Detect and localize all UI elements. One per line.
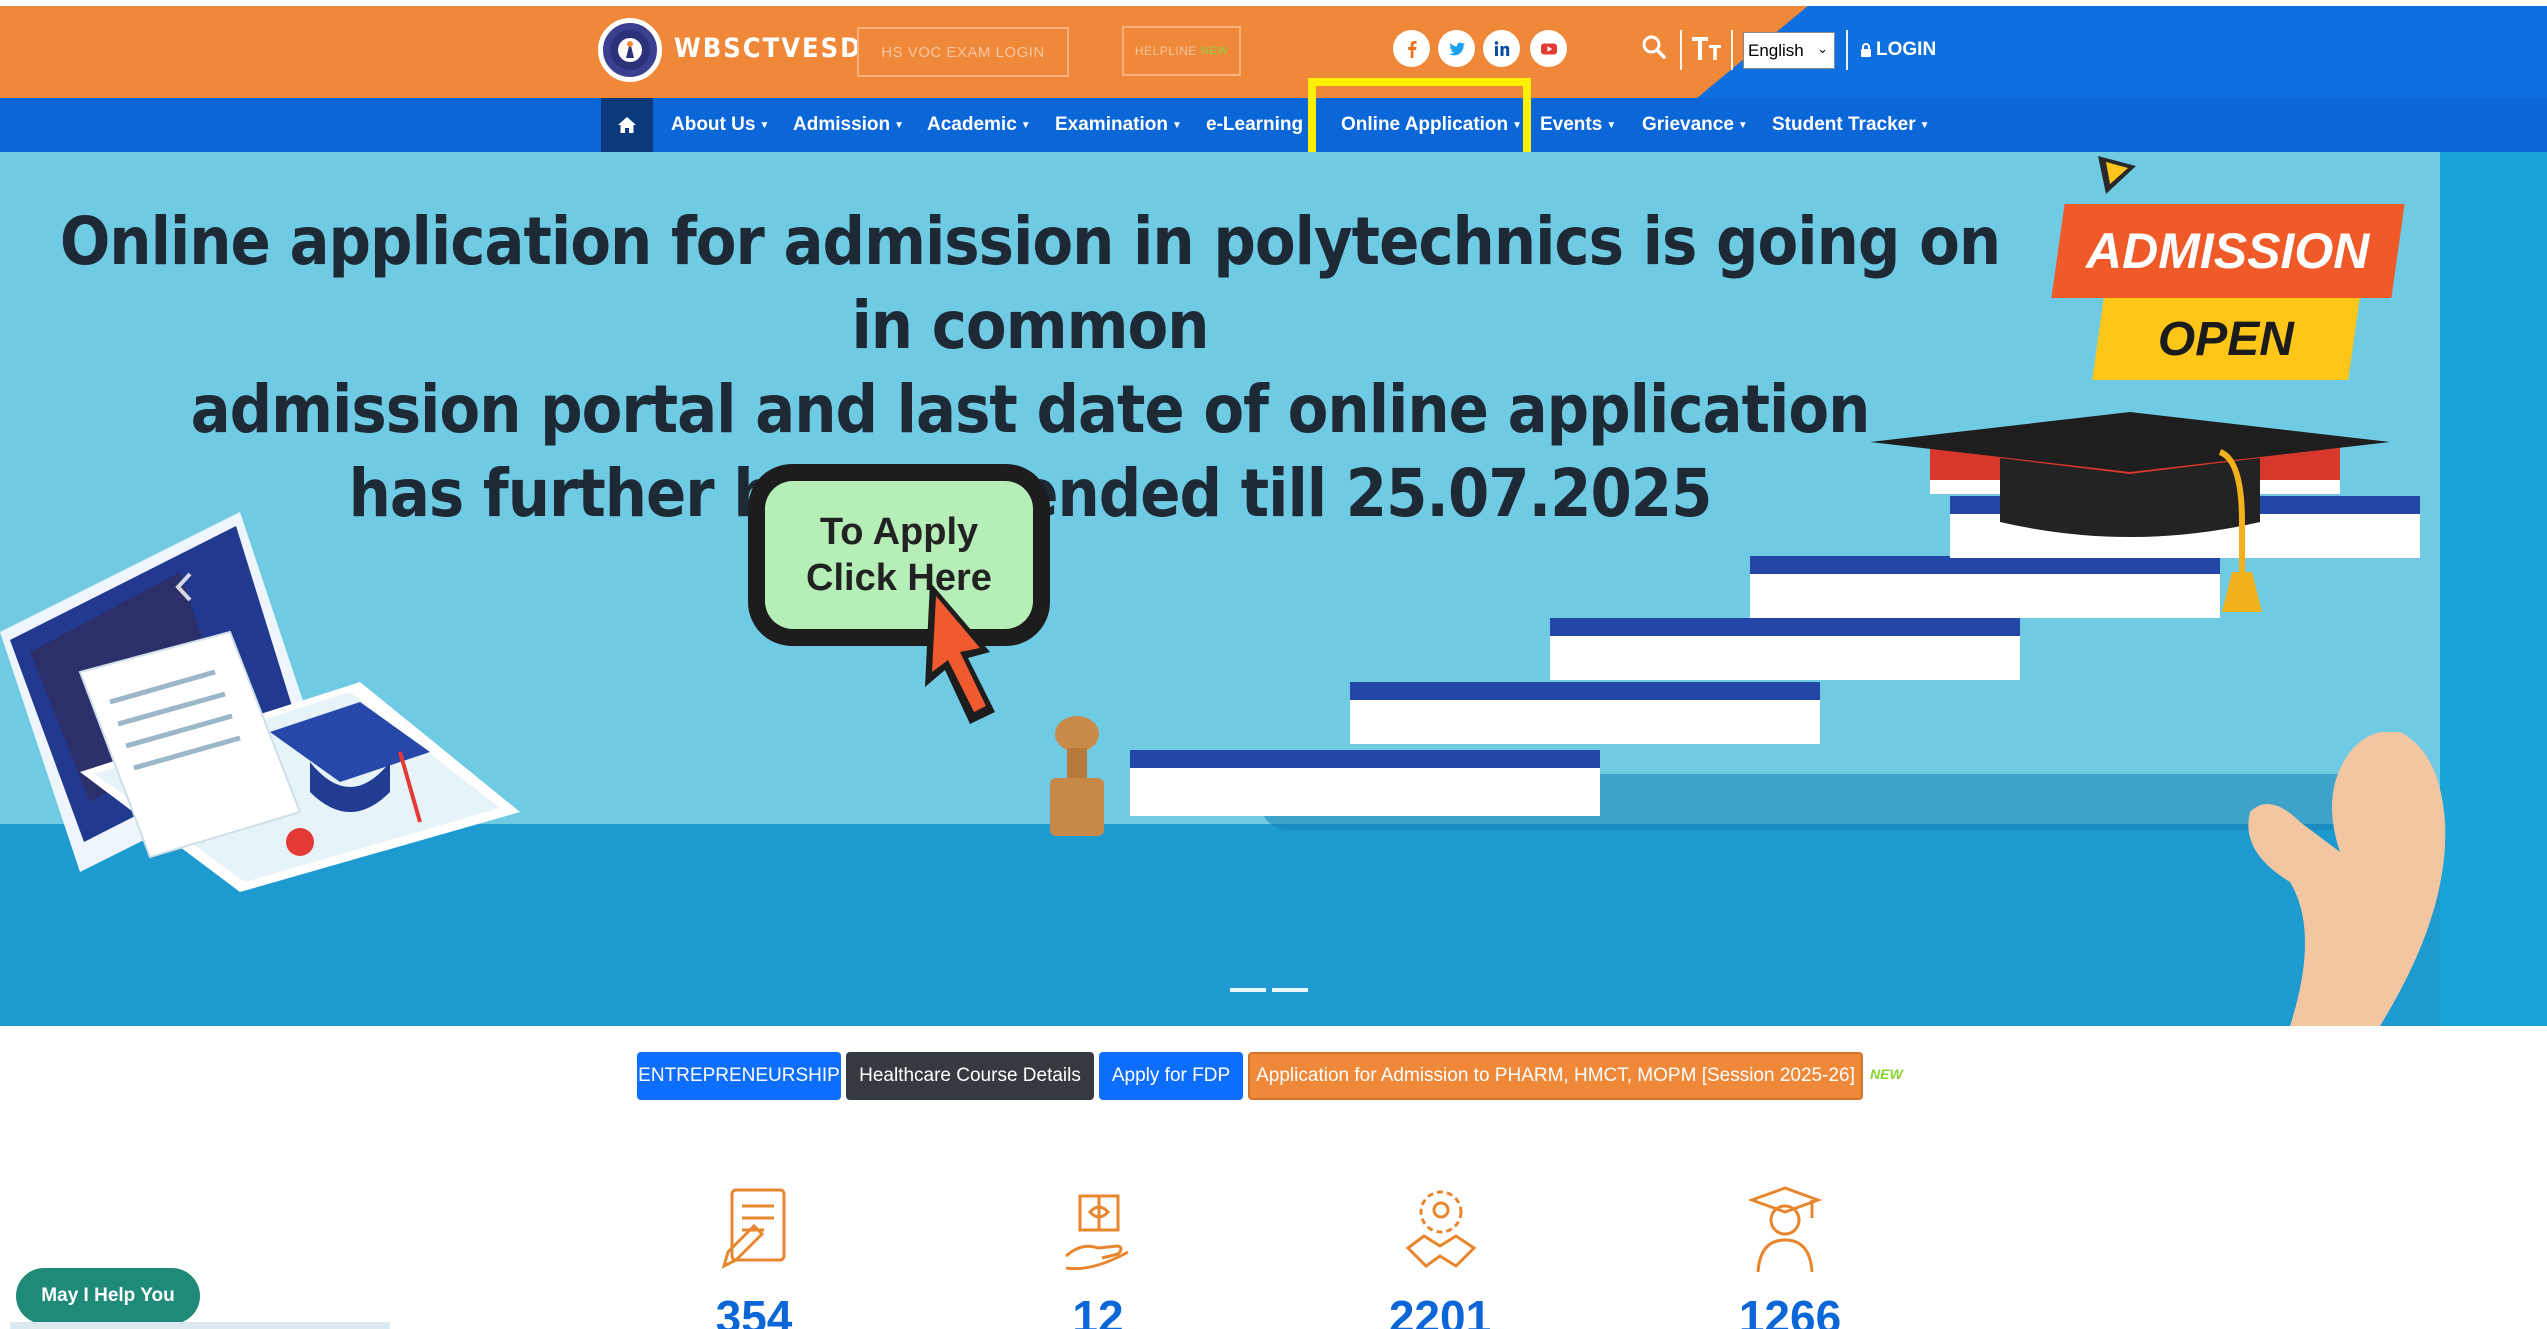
entrepreneurship-button[interactable]: ENTREPRENEURSHIP (637, 1052, 841, 1100)
caret-down-icon: ▼ (1737, 119, 1748, 131)
caret-down-icon: ▼ (1020, 119, 1031, 131)
apply-line-1: To Apply (819, 511, 979, 553)
admission-badge: ADMISSION (2051, 204, 2405, 298)
nav-grievance[interactable]: Grievance ▼ (1642, 98, 1748, 152)
search-icon[interactable] (1641, 34, 1667, 60)
hs-voc-exam-login-button[interactable]: HS VOC EXAM LOGIN (857, 27, 1069, 77)
apply-for-fdp-button[interactable]: Apply for FDP (1099, 1052, 1243, 1100)
hero-banner[interactable]: Online application for admission in poly… (0, 152, 2547, 1026)
language-select[interactable]: English ⌄ (1743, 32, 1835, 69)
nav-academic[interactable]: Academic ▼ (927, 98, 1031, 152)
graduation-cap-icon (1870, 412, 2390, 612)
healthcare-course-details-button[interactable]: Healthcare Course Details (846, 1052, 1094, 1100)
linkedin-icon[interactable] (1483, 30, 1520, 67)
open-badge-label: OPEN (2157, 312, 2295, 366)
helpline-new-badge: NEW (1200, 45, 1229, 57)
caret-down-icon: ▼ (1171, 119, 1182, 131)
stat-value: 2201 (1388, 1291, 1492, 1329)
header-divider (1731, 30, 1733, 70)
chat-panel-edge (10, 1322, 390, 1329)
main-nav: About Us ▼ Admission ▼ Academic ▼ Examinati… (0, 98, 2547, 152)
lock-icon (1861, 42, 1871, 57)
login-label: LOGIN (1876, 39, 1937, 60)
header-top-strip (0, 0, 2547, 6)
document-edit-icon (721, 1188, 786, 1269)
top-header: WBSCTVESD HS VOC EXAM LOGIN HELPLINE NEW… (0, 0, 2547, 98)
chevron-left-icon[interactable] (172, 570, 196, 604)
carousel-indicator[interactable] (1230, 988, 1266, 992)
caret-down-icon: ▼ (1919, 119, 1930, 131)
caret-down-icon: ▼ (759, 119, 770, 131)
nav-e-learning[interactable]: e-Learning ▼ (1206, 98, 1317, 152)
stat-value: 354 (715, 1291, 793, 1329)
nav-about-us[interactable]: About Us ▼ (671, 98, 769, 152)
nav-events[interactable]: Events ▼ (1540, 98, 1616, 152)
header-divider (1680, 30, 1682, 70)
gift-hand-icon (1065, 1194, 1129, 1271)
nav-events-label: Events (1540, 114, 1603, 135)
brand-name[interactable]: WBSCTVESD (674, 33, 862, 64)
stat-value: 1266 (1738, 1291, 1842, 1329)
nav-student-tracker[interactable]: Student Tracker ▼ (1772, 98, 1930, 152)
admission-badge-label: ADMISSION (2086, 223, 2370, 279)
nav-examination-label: Examination (1055, 114, 1168, 135)
hand-illustration (2248, 732, 2446, 1026)
new-badge: NEW (1870, 1066, 1903, 1082)
pharm-admission-button[interactable]: Application for Admission to PHARM, HMCT… (1248, 1052, 1863, 1100)
youtube-icon[interactable] (1530, 30, 1567, 67)
handshake-gear-icon (1405, 1190, 1477, 1268)
caret-down-icon: ▼ (1606, 119, 1617, 131)
helpline-button[interactable]: HELPLINE NEW (1122, 26, 1241, 76)
language-selected-value: English (1748, 40, 1804, 60)
nav-about-us-label: About Us (671, 114, 756, 135)
megaphone-icon (2098, 156, 2136, 194)
nav-grievance-label: Grievance (1642, 114, 1734, 135)
login-link[interactable]: LOGIN (1860, 39, 1936, 61)
helpline-label: HELPLINE (1134, 44, 1197, 58)
nav-admission-label: Admission (793, 114, 891, 135)
open-badge: OPEN (2092, 298, 2360, 380)
may-i-help-you-button[interactable]: May I Help You (16, 1268, 200, 1324)
header-divider (1846, 30, 1848, 70)
facebook-icon[interactable] (1393, 30, 1430, 67)
stat-value: 12 (1072, 1291, 1124, 1329)
stamp-icon (1050, 716, 1104, 836)
laptop-certificate-illustration (0, 512, 520, 892)
logo-emblem-icon[interactable] (598, 18, 662, 82)
carousel-indicator[interactable] (1272, 988, 1308, 992)
hand-cursor-icon (925, 582, 995, 724)
twitter-icon[interactable] (1438, 30, 1475, 67)
nav-examination[interactable]: Examination ▼ (1055, 98, 1182, 152)
nav-student-tracker-label: Student Tracker (1772, 114, 1916, 135)
caret-down-icon: ▼ (894, 119, 905, 131)
nav-academic-label: Academic (927, 114, 1017, 135)
nav-admission[interactable]: Admission ▼ (793, 98, 904, 152)
graduate-icon (1748, 1186, 1822, 1273)
home-icon[interactable] (601, 98, 653, 152)
text-size-icon[interactable] (1690, 34, 1724, 62)
chevron-down-icon: ⌄ (1817, 41, 1828, 56)
hero-headline-line: Online application for admission in poly… (59, 203, 2001, 364)
nav-e-learning-label: e-Learning (1206, 114, 1304, 135)
